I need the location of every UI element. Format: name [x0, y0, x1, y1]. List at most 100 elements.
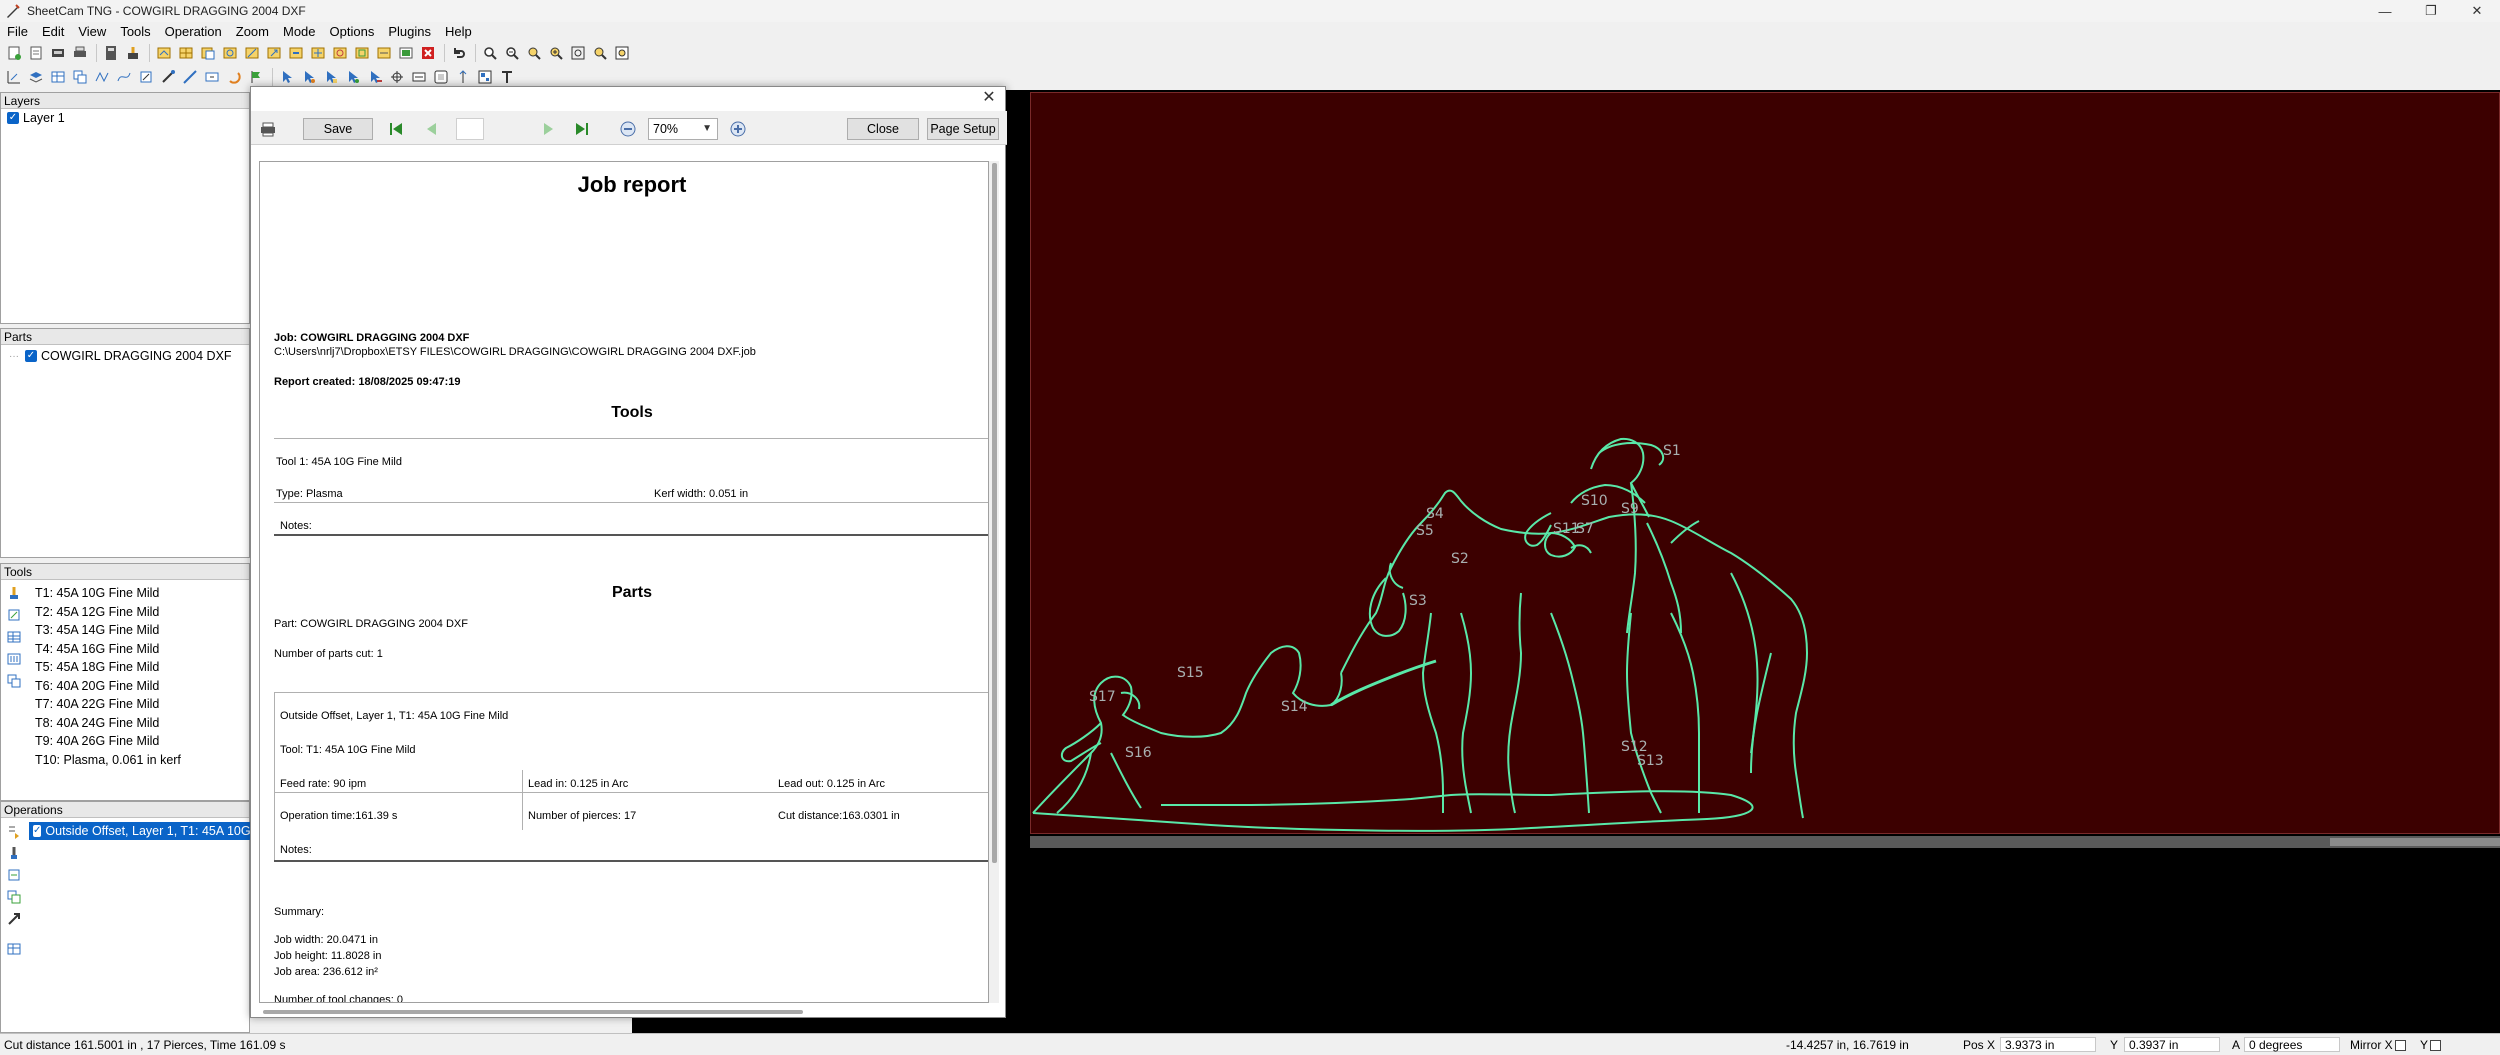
layer-edit-icon[interactable]: [286, 43, 306, 63]
close-button[interactable]: Close: [847, 118, 919, 140]
page-number-input[interactable]: [456, 118, 484, 140]
select-layer-icon[interactable]: [154, 43, 174, 63]
cut-path-icon[interactable]: [453, 67, 473, 87]
flag-icon[interactable]: [246, 67, 266, 87]
scrollbar-thumb[interactable]: [2330, 838, 2500, 846]
measure-icon[interactable]: [158, 67, 178, 87]
canvas-horizontal-scrollbar[interactable]: [1030, 836, 2500, 848]
layer-scale-icon[interactable]: [352, 43, 372, 63]
menu-plugins[interactable]: Plugins: [381, 22, 438, 42]
edit-shape-icon[interactable]: [136, 67, 156, 87]
open-icon[interactable]: [26, 43, 46, 63]
next-page-icon[interactable]: [537, 118, 559, 140]
pos-x-field[interactable]: 3.9373 in: [2000, 1037, 2096, 1052]
undo-icon[interactable]: [449, 43, 469, 63]
delete-red-icon[interactable]: [418, 43, 438, 63]
tool-item[interactable]: T3: 45A 14G Fine Mild: [35, 621, 181, 640]
zoom-part-icon[interactable]: [612, 43, 632, 63]
minimize-icon[interactable]: —: [2362, 0, 2408, 22]
start-point-icon[interactable]: [224, 67, 244, 87]
layer-move-icon[interactable]: [308, 43, 328, 63]
select-start-icon[interactable]: [321, 67, 341, 87]
maximize-icon[interactable]: ❐: [2408, 0, 2454, 22]
pos-y-field[interactable]: 0.3937 in: [2124, 1037, 2220, 1052]
tool-library-icon[interactable]: [4, 649, 24, 669]
layer-copy-icon[interactable]: [198, 43, 218, 63]
curve-icon[interactable]: [114, 67, 134, 87]
zoom-selection-icon[interactable]: [590, 43, 610, 63]
copy-shape-icon[interactable]: [70, 67, 90, 87]
new-job-icon[interactable]: [4, 43, 24, 63]
tool-item[interactable]: T7: 40A 22G Fine Mild: [35, 695, 181, 714]
line-tool-icon[interactable]: [180, 67, 200, 87]
zoom-window-icon[interactable]: [524, 43, 544, 63]
checkbox-checked-icon[interactable]: ✓: [7, 112, 19, 124]
tool-item[interactable]: T1: 45A 10G Fine Mild: [35, 584, 181, 603]
zoom-extents-icon[interactable]: [568, 43, 588, 63]
dialog-close-icon[interactable]: ✕: [981, 90, 997, 106]
operation-arrow-icon[interactable]: [4, 909, 24, 929]
layer-item[interactable]: ✓ Layer 1: [1, 109, 249, 127]
layer-shape-icon[interactable]: [220, 43, 240, 63]
calculator-icon[interactable]: [101, 43, 121, 63]
first-page-icon[interactable]: [385, 118, 407, 140]
edit-tool-icon[interactable]: [4, 605, 24, 625]
menu-view[interactable]: View: [71, 22, 113, 42]
operation-table-icon[interactable]: [4, 939, 24, 959]
menu-mode[interactable]: Mode: [276, 22, 323, 42]
tool-item[interactable]: T6: 40A 20G Fine Mild: [35, 677, 181, 696]
menu-help[interactable]: Help: [438, 22, 479, 42]
tool-item[interactable]: T4: 45A 16G Fine Mild: [35, 640, 181, 659]
tool-item[interactable]: T2: 45A 12G Fine Mild: [35, 603, 181, 622]
plasma-operation-icon[interactable]: [4, 843, 24, 863]
print-icon[interactable]: [257, 118, 279, 140]
select-lead-icon[interactable]: [343, 67, 363, 87]
close-window-icon[interactable]: ✕: [2454, 0, 2500, 22]
layer-link-icon[interactable]: [374, 43, 394, 63]
checkbox-checked-icon[interactable]: ✓: [33, 825, 42, 837]
tab-icon[interactable]: [202, 67, 222, 87]
menu-tools[interactable]: Tools: [113, 22, 157, 42]
menu-options[interactable]: Options: [323, 22, 382, 42]
last-page-icon[interactable]: [571, 118, 593, 140]
new-operation-icon[interactable]: [4, 821, 24, 841]
dimension-icon[interactable]: [409, 67, 429, 87]
menu-zoom[interactable]: Zoom: [229, 22, 276, 42]
tool-copy-icon[interactable]: [4, 671, 24, 691]
polyline-icon[interactable]: [92, 67, 112, 87]
layer-arrow-icon[interactable]: [264, 43, 284, 63]
tool-item[interactable]: T5: 45A 18G Fine Mild: [35, 658, 181, 677]
select-node-icon[interactable]: [299, 67, 319, 87]
post-process-icon[interactable]: [123, 43, 143, 63]
tool-item[interactable]: T9: 40A 26G Fine Mild: [35, 732, 181, 751]
scrollbar-thumb[interactable]: [263, 1010, 803, 1014]
tool-item[interactable]: T8: 40A 24G Fine Mild: [35, 714, 181, 733]
drawing-sheet[interactable]: S1 S2 S3 S4 S5 S7 S9 S10 S11 S12 S13 S14…: [1030, 92, 2500, 834]
layer-rotate-icon[interactable]: [330, 43, 350, 63]
zoom-in-icon[interactable]: [480, 43, 500, 63]
select-arrow-icon[interactable]: [277, 67, 297, 87]
tool-item[interactable]: T10: Plasma, 0.061 in kerf: [35, 751, 181, 770]
save-button[interactable]: Save: [303, 118, 373, 140]
zoom-in-icon[interactable]: [727, 118, 749, 140]
operation-copy-icon[interactable]: [4, 887, 24, 907]
menu-file[interactable]: File: [0, 22, 35, 42]
menu-operation[interactable]: Operation: [158, 22, 229, 42]
preview-horizontal-scrollbar[interactable]: [259, 1007, 999, 1017]
move-origin-icon[interactable]: [4, 67, 24, 87]
mirror-y-checkbox[interactable]: [2430, 1040, 2442, 1052]
table-icon[interactable]: [48, 67, 68, 87]
page-setup-button[interactable]: Page Setup: [927, 118, 999, 140]
zoom-out-icon[interactable]: [617, 118, 639, 140]
select-tab-icon[interactable]: [365, 67, 385, 87]
operation-edit-icon[interactable]: [4, 865, 24, 885]
menu-edit[interactable]: Edit: [35, 22, 71, 42]
print-icon[interactable]: [70, 43, 90, 63]
scrollbar-thumb[interactable]: [992, 163, 997, 863]
preview-vertical-scrollbar[interactable]: [991, 161, 999, 1003]
checkbox-checked-icon[interactable]: ✓: [25, 350, 37, 362]
layer-green-icon[interactable]: [396, 43, 416, 63]
new-plasma-tool-icon[interactable]: [4, 583, 24, 603]
frame-icon[interactable]: [431, 67, 451, 87]
operation-item[interactable]: ✓ Outside Offset, Layer 1, T1: 45A 10G F…: [29, 822, 251, 840]
